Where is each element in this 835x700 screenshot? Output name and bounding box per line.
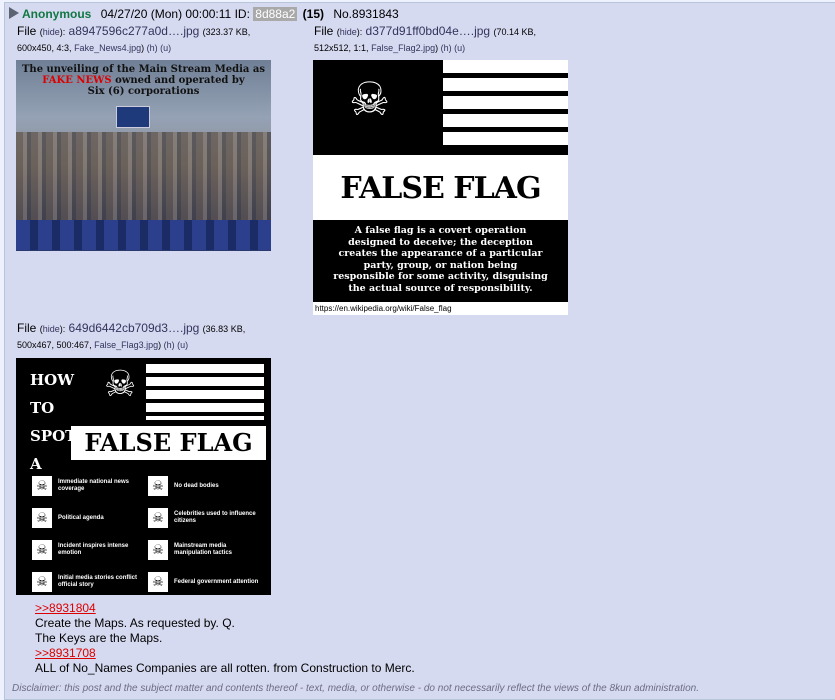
file-dims: 512x512, 1:1, <box>314 43 369 53</box>
poster-id[interactable]: 8d88a2 <box>253 7 298 21</box>
checklist-item: Mainstream media manipulation tactics <box>174 543 233 556</box>
file-info: File (hide): a8947596c277a0d….jpg (323.3… <box>17 24 251 38</box>
u-link[interactable]: (u) <box>454 43 465 53</box>
checklist-item: Federal government attention <box>174 578 259 585</box>
thumb-fake-news: FAKE NEWS <box>42 75 112 86</box>
thumb-source: https://en.wikipedia.org/wiki/False_flag <box>313 302 568 315</box>
skull-icon: ☠ <box>148 476 168 496</box>
post-number-link[interactable]: No.8931843 <box>333 7 398 21</box>
thumb-title: FALSE FLAG <box>313 168 568 210</box>
checklist-item: Immediate national news coverage <box>58 479 130 492</box>
file-link[interactable]: d377d91ff0bd04e….jpg <box>366 24 491 38</box>
u-link[interactable]: (u) <box>177 340 188 350</box>
checklist-item: Celebrities used to influence citizens <box>174 511 256 524</box>
seal-icon <box>116 106 150 128</box>
file-dims: 600x450, 4:3, <box>17 43 72 53</box>
h-link[interactable]: (h) <box>164 340 175 350</box>
hide-link[interactable]: hide <box>43 27 60 37</box>
id-label: ID: <box>234 7 250 21</box>
post-intro: Anonymous 04/27/20 (Mon) 00:00:11 ID: 8d… <box>9 6 399 22</box>
file-info: File (hide): 649d6442cb709d3….jpg (36.83… <box>17 321 246 335</box>
reply-count: (15) <box>302 7 324 21</box>
file-size: (70.14 KB, <box>493 27 536 37</box>
skull-icon: ☠ <box>32 572 52 592</box>
file-label: File <box>17 24 37 38</box>
post-datetime: 04/27/20 (Mon) 00:00:11 <box>100 7 232 21</box>
original-filename[interactable]: Fake_News4.jpg <box>74 43 141 53</box>
body-line: The Keys are the Maps. <box>35 631 163 645</box>
h-link[interactable]: (h) <box>441 43 452 53</box>
post-container: Anonymous 04/27/20 (Mon) 00:00:11 ID: 8d… <box>4 2 835 700</box>
skull-icon: ☠ <box>148 540 168 560</box>
body-line: ALL of No_Names Companies are all rotten… <box>35 661 415 675</box>
quote-link-8931804[interactable]: >>8931804 <box>35 601 415 616</box>
disclaimer: Disclaimer: this post and the subject ma… <box>12 683 699 694</box>
original-filename[interactable]: False_Flag3.jpg <box>94 340 158 350</box>
thumb-how-to-spot: HOW TO SPOT A <box>30 371 77 473</box>
checklist: ☠ Immediate national news coverage ☠ No de… <box>32 470 264 595</box>
triangle-right-icon[interactable] <box>9 7 19 19</box>
poster-name: Anonymous <box>22 7 92 21</box>
file-info: File (hide): d377d91ff0bd04e….jpg (70.14… <box>314 24 536 38</box>
thumb-caption: The unveiling of the Main Stream Media a… <box>21 64 265 97</box>
file-meta: 500x467, 500:467, False_Flag3.jpg) (h) (… <box>17 340 189 350</box>
flag-stripes <box>443 60 568 150</box>
u-link[interactable]: (u) <box>160 43 171 53</box>
file-3: File (hide): 649d6442cb709d3….jpg (36.83… <box>17 320 307 353</box>
skull-crossbones-icon: ☠ <box>349 73 391 125</box>
hide-link[interactable]: hide <box>340 27 357 37</box>
file-dims: 500x467, 500:467, <box>17 340 92 350</box>
thumb-description: A false flag is a covert operation desig… <box>333 225 548 294</box>
skull-icon: ☠ <box>32 476 52 496</box>
file-meta: 600x450, 4:3, Fake_News4.jpg) (h) (u) <box>17 43 172 53</box>
file-label: File <box>314 24 334 38</box>
checklist-item: Incident inspires intense emotion <box>58 543 129 556</box>
file-link[interactable]: 649d6442cb709d3….jpg <box>69 321 200 335</box>
original-filename[interactable]: False_Flag2.jpg <box>371 43 435 53</box>
file-2: File (hide): d377d91ff0bd04e….jpg (70.14… <box>314 23 604 56</box>
h-link[interactable]: (h) <box>147 43 158 53</box>
checklist-item: No dead bodies <box>174 482 219 489</box>
post-body: >>8931804 Create the Maps. As requested … <box>35 601 415 676</box>
skull-icon: ☠ <box>148 508 168 528</box>
skull-crossbones-icon: ☠ <box>104 363 137 404</box>
thumb-chairs <box>16 220 271 250</box>
thumbnail-spot-false-flag[interactable]: HOW TO SPOT A ☠ FALSE FLAG ☠ Immediate na… <box>16 358 271 595</box>
file-link[interactable]: a8947596c277a0d….jpg <box>69 24 200 38</box>
file-meta: 512x512, 1:1, False_Flag2.jpg) (h) (u) <box>314 43 466 53</box>
skull-icon: ☠ <box>148 572 168 592</box>
thumb-title: FALSE FLAG <box>71 426 266 460</box>
quote-link-8931708[interactable]: >>8931708 <box>35 646 415 661</box>
hide-link[interactable]: hide <box>43 324 60 334</box>
file-1: File (hide): a8947596c277a0d….jpg (323.3… <box>17 23 307 56</box>
checklist-item: Political agenda <box>58 514 104 521</box>
checklist-item: Initial media stories conflict official … <box>58 575 138 588</box>
file-size: (36.83 KB, <box>202 324 246 334</box>
file-label: File <box>17 321 37 335</box>
skull-icon: ☠ <box>32 508 52 528</box>
thumbnail-fake-news[interactable]: The unveiling of the Main Stream Media a… <box>16 60 271 251</box>
skull-icon: ☠ <box>32 540 52 560</box>
thumbnail-false-flag[interactable]: ☠ FALSE FLAG A false flag is a covert op… <box>313 60 568 315</box>
body-line: Create the Maps. As requested by. Q. <box>35 616 235 630</box>
flag-stripes <box>146 364 264 420</box>
file-size: (323.37 KB, <box>202 27 251 37</box>
